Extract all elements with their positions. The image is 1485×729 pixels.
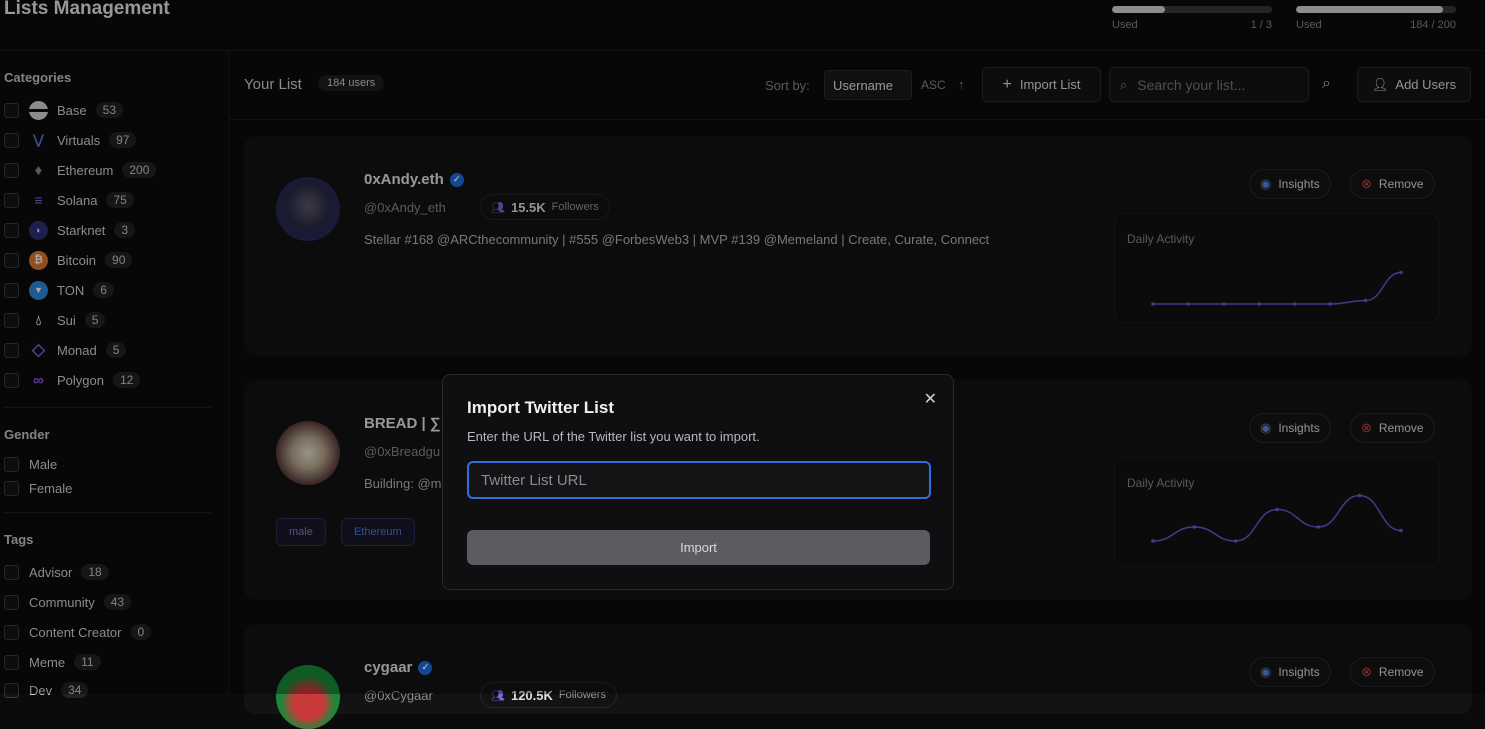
- import-twitter-list-modal: Import Twitter List Enter the URL of the…: [442, 374, 954, 590]
- twitter-list-url-input[interactable]: [467, 461, 931, 499]
- modal-description: Enter the URL of the Twitter list you wa…: [467, 429, 760, 444]
- close-icon[interactable]: ✕: [924, 389, 937, 409]
- import-button[interactable]: Import: [467, 530, 930, 565]
- modal-title: Import Twitter List: [467, 398, 615, 417]
